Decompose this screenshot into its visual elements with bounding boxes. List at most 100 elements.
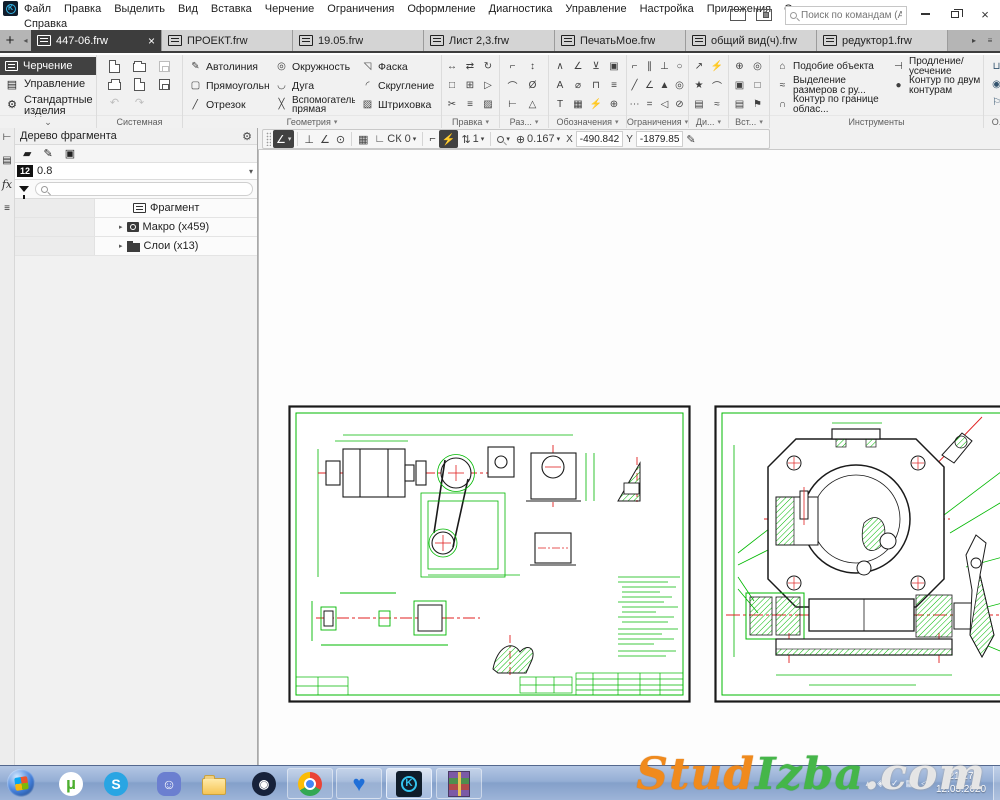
- expand-arrow-icon[interactable]: ▸: [119, 223, 123, 231]
- diagnostic-tool-icon[interactable]: ≈: [709, 95, 726, 114]
- dimension-select-tool[interactable]: ≈Выделение размеров с ру...: [770, 76, 886, 95]
- layer-icon[interactable]: ▰: [23, 147, 31, 160]
- constraint-tool-icon[interactable]: ◎: [673, 76, 687, 95]
- edit-tool-icon[interactable]: ⊞: [462, 76, 479, 95]
- insert-tool-icon[interactable]: ▤: [731, 95, 748, 114]
- line-weight-selector[interactable]: 12 0.8 ▾: [15, 163, 257, 180]
- save-as-icon[interactable]: [159, 79, 170, 90]
- taskbar-clock[interactable]: 21:27 12.03.2020: [932, 770, 990, 796]
- o-tool-icon[interactable]: ⊔: [988, 59, 1000, 74]
- insert-tool-icon[interactable]: ▣: [731, 76, 748, 95]
- restore-button[interactable]: [940, 0, 970, 28]
- contour-two-tool[interactable]: ●Контур по двум контурам: [886, 76, 983, 95]
- tray-icon[interactable]: ▦: [906, 778, 915, 789]
- menu-constraints[interactable]: Ограничения: [327, 3, 394, 15]
- tab-reduktor1[interactable]: редуктор1.frw: [817, 30, 948, 51]
- diagnostic-tool-icon[interactable]: ▤: [691, 95, 708, 114]
- dimension-tool-icon[interactable]: ⌒: [504, 76, 521, 95]
- diagnostic-tool-icon[interactable]: ↗: [691, 57, 708, 76]
- mode-management-button[interactable]: ▤ Управление: [0, 75, 96, 93]
- dimension-tool-icon[interactable]: ⊢: [504, 95, 521, 114]
- constraint-tool-icon[interactable]: ⊘: [673, 95, 687, 114]
- dimension-tool-icon[interactable]: ⌐: [504, 57, 521, 76]
- diagnostic-tool-icon[interactable]: ⚡: [709, 57, 726, 76]
- sketch-icon[interactable]: ✎: [43, 147, 52, 160]
- insert-tool-icon[interactable]: ⚑: [749, 95, 766, 114]
- extend-trim-tool[interactable]: ⊣Продление/ усечение: [886, 57, 983, 76]
- grid-toggle-icon[interactable]: ▦: [355, 130, 371, 148]
- edit-tool-icon[interactable]: ⇄: [462, 57, 479, 76]
- menu-edit[interactable]: Правка: [64, 3, 101, 15]
- show-desktop-button[interactable]: [993, 766, 1000, 800]
- diagnostic-tool-icon[interactable]: ⌒: [709, 76, 726, 95]
- dimension-tool-icon[interactable]: ↕: [524, 57, 541, 76]
- y-coordinate-value[interactable]: -1879.85: [636, 131, 683, 147]
- chamfer-tool[interactable]: ◹Фаска: [355, 61, 441, 73]
- constraint-tool-icon[interactable]: ⊥: [658, 57, 672, 76]
- tray-icon[interactable]: ◁: [921, 778, 928, 789]
- explorer-taskbar-button[interactable]: [200, 770, 228, 798]
- discord-taskbar-button[interactable]: ☺: [155, 770, 183, 798]
- menu-drawing[interactable]: Черчение: [265, 3, 315, 15]
- menu-styling[interactable]: Оформление: [407, 3, 475, 15]
- offset-object-tool[interactable]: ⌂Подобие объекта: [770, 61, 886, 72]
- fillet-tool[interactable]: ◜Скругление: [355, 80, 441, 92]
- tab-scroll-right-icon[interactable]: ▸: [967, 33, 981, 49]
- edit-tool-icon[interactable]: ↔: [444, 57, 461, 76]
- menu-diagnostics[interactable]: Диагностика: [489, 3, 553, 15]
- notation-tool-icon[interactable]: ≡: [606, 76, 623, 95]
- arc-tool[interactable]: ◡Дуга: [269, 80, 355, 92]
- notation-tool-icon[interactable]: ⚡: [588, 95, 605, 114]
- constraint-tool-icon[interactable]: ⋯: [628, 95, 642, 114]
- tab-list-23[interactable]: Лист 2,3.frw: [424, 30, 555, 51]
- menu-help[interactable]: Справка: [24, 18, 67, 30]
- constraint-tool-icon[interactable]: ⌐: [628, 57, 642, 76]
- tab-proekt[interactable]: ПРОЕКТ.frw: [162, 30, 293, 51]
- notation-tool-icon[interactable]: ⊻: [588, 57, 605, 76]
- utorrent-taskbar-button[interactable]: µ: [57, 770, 85, 798]
- tab-19-05[interactable]: 19.05.frw: [293, 30, 424, 51]
- properties-panel-icon[interactable]: ▤: [2, 155, 11, 166]
- insert-tool-icon[interactable]: ◎: [749, 57, 766, 76]
- tree-row-macro[interactable]: ▸ Макро (x459): [15, 218, 257, 237]
- notation-tool-icon[interactable]: ⊓: [588, 76, 605, 95]
- notation-tool-icon[interactable]: ∧: [552, 57, 569, 76]
- chevron-down-icon[interactable]: ▾: [249, 167, 253, 176]
- notation-tool-icon[interactable]: ▣: [606, 57, 623, 76]
- steam-taskbar-button[interactable]: ◉: [250, 770, 278, 798]
- insert-tool-icon[interactable]: ⊕: [731, 57, 748, 76]
- o-tool-icon[interactable]: ⚐: [988, 95, 1000, 110]
- segment-tool[interactable]: ╱Отрезок: [183, 99, 269, 111]
- menu-view[interactable]: Вид: [178, 3, 198, 15]
- diagnostic-tool-icon[interactable]: ★: [691, 76, 708, 95]
- drawing-canvas[interactable]: [258, 150, 1000, 765]
- filter-funnel-icon[interactable]: [19, 186, 29, 192]
- insert-tool-icon[interactable]: □: [749, 76, 766, 95]
- constraint-tool-icon[interactable]: ○: [673, 57, 687, 76]
- dimension-tool-icon[interactable]: Ø: [524, 76, 541, 95]
- tab-447-06[interactable]: 447-06.frw ×: [31, 30, 162, 51]
- rectangle-tool[interactable]: ▢Прямоугольник: [183, 80, 269, 92]
- o-tool-icon[interactable]: ◉: [988, 77, 1000, 92]
- ortho-toggle-icon[interactable]: ⌐: [426, 130, 438, 148]
- snap-perpendicular-icon[interactable]: ⊥: [301, 130, 317, 148]
- print-icon[interactable]: [108, 82, 121, 90]
- circle-tool[interactable]: ◎Окружность: [269, 61, 355, 73]
- minimize-button[interactable]: [910, 0, 940, 28]
- edit-tool-icon[interactable]: ↻: [480, 57, 497, 76]
- menu-insert[interactable]: Вставка: [211, 3, 252, 15]
- kompas-taskbar-button[interactable]: K: [386, 768, 432, 799]
- chrome-taskbar-button[interactable]: [287, 768, 333, 799]
- zoom-mode-dropdown[interactable]: ▾: [494, 130, 513, 148]
- tab-scroll-left-icon[interactable]: ◂: [20, 30, 31, 51]
- variables-panel-icon[interactable]: fx: [2, 178, 12, 191]
- mode-drawing-button[interactable]: Черчение: [0, 57, 96, 75]
- coordinate-system-dropdown[interactable]: ∟СК 0▾: [371, 130, 419, 148]
- mode-collapse[interactable]: ⌄: [0, 115, 96, 128]
- search-input[interactable]: [801, 10, 902, 21]
- dimension-tool-icon[interactable]: △: [524, 95, 541, 114]
- edit-tool-icon[interactable]: □: [444, 76, 461, 95]
- edit-tool-icon[interactable]: ≡: [462, 95, 479, 114]
- tray-icon[interactable]: ✓: [891, 778, 899, 789]
- step-dropdown[interactable]: ⇅1▾: [458, 130, 487, 148]
